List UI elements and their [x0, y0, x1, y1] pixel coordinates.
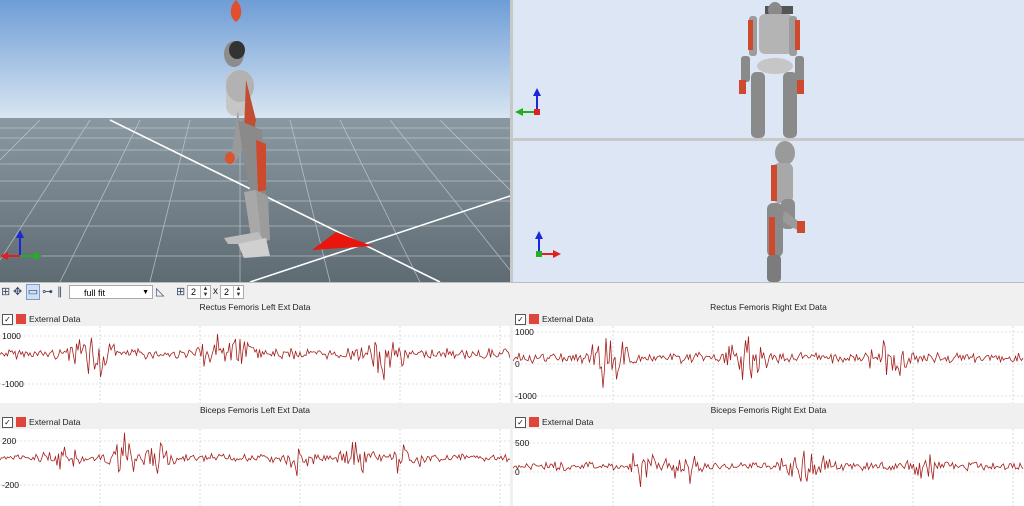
plot-title: Biceps Femoris Left Ext Data [0, 404, 510, 416]
tick-label: 0 [515, 359, 520, 369]
spin-arrows-icon[interactable]: ▲ ▼ [233, 286, 243, 298]
cols-spinbox[interactable]: 2 ▲ ▼ [220, 285, 244, 299]
signal-trace [0, 333, 510, 381]
plot-rectus-femoris-left[interactable]: Rectus Femoris Left Ext Data ✓ External … [0, 301, 510, 403]
side-scene [513, 141, 1024, 282]
signal-plot: 1000 0 -1000 [513, 326, 1024, 403]
fit-select[interactable]: full fit ▼ [69, 285, 153, 299]
signal-trace [513, 336, 1024, 388]
legend-swatch [529, 417, 539, 427]
plot-title: Rectus Femoris Left Ext Data [0, 301, 510, 313]
tick-label: 1000 [515, 327, 534, 337]
plot-canvas[interactable]: 1000 -1000 [0, 326, 510, 403]
legend-checkbox[interactable]: ✓ [2, 417, 13, 428]
plot-title: Biceps Femoris Right Ext Data [513, 404, 1024, 416]
signal-plot: 500 0 [513, 429, 1024, 506]
signal-plot: 1000 -1000 [0, 326, 510, 403]
plot-legend: ✓ External Data [0, 313, 510, 326]
plot-legend: ✓ External Data [513, 416, 1024, 429]
legend-label: External Data [542, 314, 594, 324]
plot-toolbar: ⊞ ✥ ▭ ⊶ ∥ full fit ▼ ◺ ⊞ 2 ▲ ▼ x 2 ▲ ▼ [0, 282, 1024, 301]
tick-label: -200 [2, 480, 19, 490]
cols-value: 2 [224, 287, 230, 297]
tick-label: -1000 [515, 391, 537, 401]
plot-rectus-femoris-right[interactable]: Rectus Femoris Right Ext Data ✓ External… [513, 301, 1024, 403]
tick-label: 200 [2, 436, 16, 446]
legend-checkbox[interactable]: ✓ [515, 417, 526, 428]
view-icon[interactable]: ▭ [26, 284, 40, 300]
plot-canvas[interactable]: 1000 0 -1000 [513, 326, 1024, 403]
legend-checkbox[interactable]: ✓ [515, 314, 526, 325]
legend-label: External Data [542, 417, 594, 427]
chevron-down-icon: ▼ [142, 289, 149, 296]
plot-legend: ✓ External Data [0, 416, 510, 429]
spin-arrows-icon[interactable]: ▲ ▼ [200, 286, 210, 298]
perspective-scene [0, 0, 510, 282]
plot-canvas[interactable]: 500 0 [513, 429, 1024, 506]
plot-biceps-femoris-right[interactable]: Biceps Femoris Right Ext Data ✓ External… [513, 404, 1024, 506]
fit-select-value: full fit [84, 288, 106, 298]
front-viewport[interactable] [513, 0, 1024, 138]
grid-icon[interactable]: ⊞ [176, 285, 185, 299]
columns-icon[interactable]: ∥ [57, 285, 63, 299]
signal-plot: 200 -200 [0, 429, 510, 506]
legend-label: External Data [29, 417, 81, 427]
legend-swatch [16, 314, 26, 324]
move-icon[interactable]: ✥ [13, 285, 22, 299]
plot-canvas[interactable]: 200 -200 [0, 429, 510, 506]
legend-swatch [529, 314, 539, 324]
plot-legend: ✓ External Data [513, 313, 1024, 326]
perspective-viewport[interactable] [0, 0, 510, 282]
legend-label: External Data [29, 314, 81, 324]
signal-trace [0, 432, 510, 477]
tick-label: 1000 [2, 331, 21, 341]
rows-value: 2 [191, 287, 197, 297]
plot-biceps-femoris-left[interactable]: Biceps Femoris Left Ext Data ✓ External … [0, 404, 510, 506]
tick-label: -1000 [2, 379, 24, 389]
layout-icon[interactable]: ⊞ [1, 285, 10, 299]
tick-label: 0 [515, 467, 520, 477]
hierarchy-icon[interactable]: ⊶ [42, 285, 53, 299]
plot-title: Rectus Femoris Right Ext Data [513, 301, 1024, 313]
tick-label: 500 [515, 438, 529, 448]
legend-swatch [16, 417, 26, 427]
side-viewport[interactable] [513, 141, 1024, 282]
legend-checkbox[interactable]: ✓ [2, 314, 13, 325]
front-scene [513, 0, 1024, 138]
ruler-icon[interactable]: ◺ [156, 285, 164, 299]
rows-spinbox[interactable]: 2 ▲ ▼ [187, 285, 211, 299]
signal-trace [513, 450, 1024, 488]
times-label: x [213, 286, 218, 297]
